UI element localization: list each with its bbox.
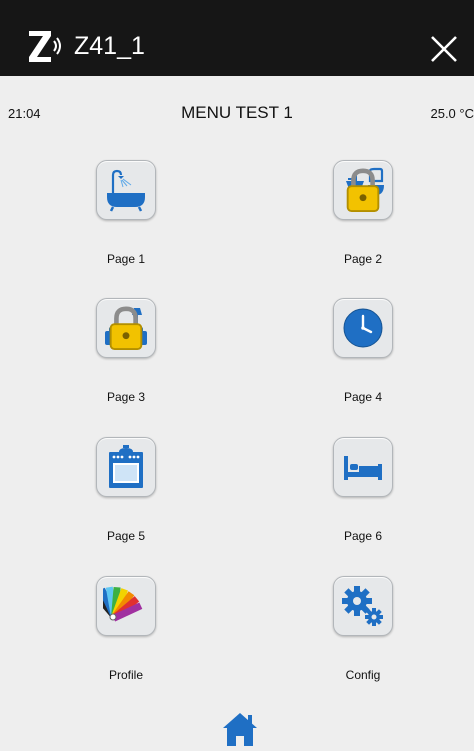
lock-icon [346,168,380,213]
tile-label: Page 2 [343,252,383,266]
page-2-button[interactable] [333,160,393,220]
tile-label: Page 6 [343,529,383,543]
page-3-button[interactable] [96,298,156,358]
tile-config[interactable]: Config [298,576,428,696]
page-4-button[interactable] [333,298,393,358]
tile-label: Profile [108,668,143,682]
tile-label: Page 3 [106,390,146,404]
bathtub-icon [107,169,145,212]
tile-label: Page 1 [106,252,146,266]
color-palette-icon [103,586,143,622]
tile-label: Page 5 [106,529,146,543]
clock-icon [343,308,383,348]
bedroom-bed-icon [344,456,382,480]
home-icon[interactable] [221,710,259,748]
tile-label: Page 4 [343,390,383,404]
tile-page-2[interactable]: Page 2 [298,160,428,280]
tile-page-3[interactable]: Page 3 [61,298,191,418]
profile-button[interactable] [96,576,156,636]
close-icon[interactable] [429,34,459,64]
page-title: MENU TEST 1 [181,103,293,122]
tile-page-4[interactable]: Page 4 [298,298,428,418]
page-5-button[interactable] [96,437,156,497]
lock-icon [109,306,143,351]
tile-page-5[interactable]: Page 5 [61,437,191,557]
tile-profile[interactable]: Profile [61,576,191,696]
temperature-readout: 25.0 °C [430,106,474,121]
gears-icon [342,586,383,626]
config-button[interactable] [333,576,393,636]
top-bar: Z41_1 [0,0,474,76]
page-1-button[interactable] [96,160,156,220]
app-title: Z41_1 [74,32,145,60]
status-row: 21:04 MENU TEST 1 25.0 °C [0,100,474,130]
tile-page-1[interactable]: Page 1 [61,160,191,280]
page-6-button[interactable] [333,437,393,497]
kitchen-oven-icon [109,445,143,488]
tile-page-6[interactable]: Page 6 [298,437,428,557]
tile-label: Config [345,668,381,682]
z-wave-logo-icon [26,26,64,66]
